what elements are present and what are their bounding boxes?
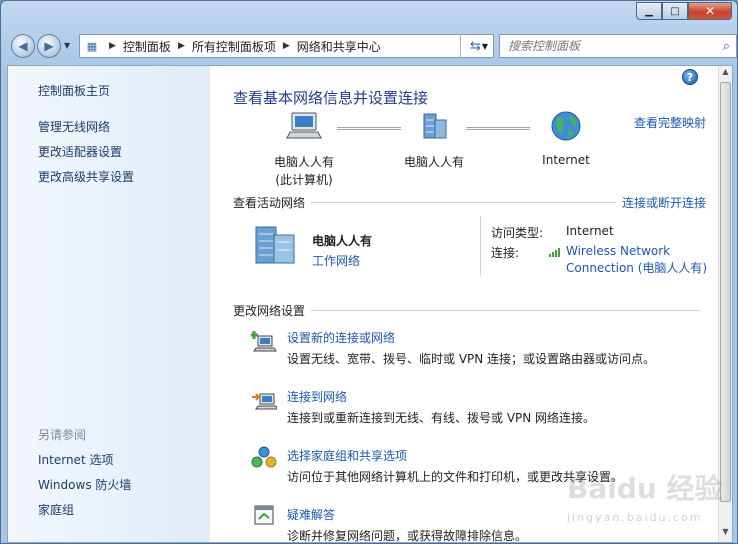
- change-settings-header-row: 更改网络设置: [233, 302, 706, 319]
- close-button[interactable]: ✕: [688, 2, 732, 20]
- network-name: 电脑人人有: [312, 234, 373, 248]
- node-network[interactable]: 电脑人人有: [390, 110, 478, 170]
- sidebar-home-link[interactable]: 控制面板主页: [38, 82, 110, 99]
- sidebar: 控制面板主页 管理无线网络 更改适配器设置 更改高级共享设置 另请参阅 Inte…: [8, 66, 210, 542]
- wireless-connection-link[interactable]: Wireless Network Connection (电脑人人有): [566, 243, 707, 277]
- search-input[interactable]: [508, 39, 713, 53]
- caption-buttons: ▁ □ ✕: [636, 2, 732, 20]
- divider: [480, 216, 481, 276]
- access-type-value: Internet: [566, 224, 614, 238]
- network-building-icon[interactable]: [252, 223, 300, 265]
- refresh-button[interactable]: ⇆: [460, 34, 490, 58]
- see-also-header: 另请参阅: [38, 428, 87, 442]
- refresh-icon: ⇆: [470, 38, 481, 54]
- see-also-homegroup[interactable]: 家庭组: [38, 501, 74, 518]
- homegroup-icon[interactable]: [251, 446, 277, 468]
- setup-new-connection-desc: 设置无线、宽带、拨号、临时或 VPN 连接；或设置路由器或访问点。: [287, 352, 656, 366]
- troubleshoot-link[interactable]: 疑难解答: [287, 506, 335, 523]
- connect-disconnect-link[interactable]: 连接或断开连接: [622, 194, 706, 211]
- globe-icon: [551, 111, 581, 141]
- active-networks-header: 查看活动网络: [233, 196, 306, 210]
- node-sublabel: (此计算机): [275, 173, 333, 187]
- homegroup-sharing-link[interactable]: 选择家庭组和共享选项: [287, 447, 407, 464]
- chevron-right-icon[interactable]: ▶: [178, 41, 185, 51]
- breadcrumb-all-items[interactable]: 所有控制面板项: [192, 38, 276, 55]
- full-map-link[interactable]: 查看完整映射: [634, 114, 706, 131]
- address-bar[interactable]: ▦ ▶ 控制面板 ▶ 所有控制面板项 ▶ 网络和共享中心 ▼: [79, 34, 494, 58]
- scroll-down-icon[interactable]: ▼: [719, 527, 732, 541]
- window: ▁ □ ✕ ◀ ▶ ▼ ▦ ▶ 控制面板 ▶ 所有控制面板项 ▶ 网络和共享中心…: [0, 0, 738, 544]
- scroll-up-icon[interactable]: ▲: [719, 67, 732, 81]
- node-this-computer[interactable]: 电脑人人有 (此计算机): [260, 110, 348, 188]
- search-box: ⌕: [499, 34, 737, 58]
- node-label: 电脑人人有: [403, 155, 464, 169]
- chevron-right-icon[interactable]: ▶: [283, 41, 290, 51]
- sidebar-adapter-settings[interactable]: 更改适配器设置: [38, 143, 122, 160]
- connection-name-line1: Wireless Network: [566, 244, 671, 258]
- divider: [311, 310, 700, 311]
- computer-icon: [286, 112, 322, 139]
- see-also-internet-options[interactable]: Internet 选项: [38, 451, 113, 468]
- minimize-button[interactable]: ▁: [636, 2, 662, 20]
- active-networks-header-row: 查看活动网络 连接或断开连接: [233, 194, 706, 211]
- arrow-left-icon: ◀: [18, 39, 28, 53]
- access-type-label: 访问类型:: [491, 226, 544, 240]
- watermark: Baidu 经验: [567, 472, 723, 505]
- setup-new-connection-link[interactable]: 设置新的连接或网络: [287, 329, 395, 346]
- arrow-right-icon: ▶: [44, 39, 54, 53]
- help-icon[interactable]: ?: [682, 69, 698, 85]
- watermark-url: jingyan.baidu.com: [567, 511, 703, 524]
- recent-pages-dropdown[interactable]: ▼: [64, 41, 70, 50]
- connection-label: 连接:: [491, 246, 520, 260]
- troubleshoot-icon[interactable]: [251, 504, 277, 526]
- network-type-link[interactable]: 工作网络: [312, 252, 360, 269]
- maximize-button[interactable]: □: [662, 2, 688, 20]
- see-also-windows-firewall[interactable]: Windows 防火墙: [38, 476, 131, 493]
- troubleshoot-desc: 诊断并修复网络问题，或获得故障排除信息。: [287, 529, 528, 542]
- forward-button[interactable]: ▶: [37, 34, 61, 58]
- connect-to-network-link[interactable]: 连接到网络: [287, 388, 347, 405]
- sidebar-manage-wireless[interactable]: 管理无线网络: [38, 118, 110, 135]
- node-label: 电脑人人有: [273, 155, 334, 169]
- search-icon[interactable]: ⌕: [723, 39, 730, 54]
- breadcrumb-network-center[interactable]: 网络和共享中心: [297, 38, 381, 55]
- scrollbar-thumb[interactable]: [720, 82, 731, 502]
- divider: [311, 202, 616, 203]
- wifi-signal-icon: [549, 248, 560, 257]
- connect-to-network-icon[interactable]: [251, 388, 277, 410]
- node-internet[interactable]: Internet: [524, 110, 608, 167]
- connection-line: [466, 127, 530, 130]
- navigation-bar: ◀ ▶ ▼ ▦ ▶ 控制面板 ▶ 所有控制面板项 ▶ 网络和共享中心 ▼ ⇆ ⌕: [9, 33, 737, 59]
- chevron-right-icon[interactable]: ▶: [109, 41, 116, 51]
- connection-name-line2: Connection (电脑人人有): [566, 261, 708, 275]
- new-connection-icon[interactable]: [251, 330, 277, 352]
- back-button[interactable]: ◀: [11, 34, 35, 58]
- node-label: Internet: [542, 153, 590, 167]
- breadcrumb-control-panel[interactable]: 控制面板: [123, 38, 171, 55]
- connect-to-network-desc: 连接到或重新连接到无线、有线、拨号或 VPN 网络连接。: [287, 411, 596, 425]
- network-building-icon: [423, 113, 447, 139]
- change-settings-header: 更改网络设置: [233, 304, 306, 318]
- page-title: 查看基本网络信息并设置连接: [233, 89, 429, 107]
- sidebar-advanced-sharing[interactable]: 更改高级共享设置: [38, 168, 134, 185]
- control-panel-icon: ▦: [86, 39, 98, 53]
